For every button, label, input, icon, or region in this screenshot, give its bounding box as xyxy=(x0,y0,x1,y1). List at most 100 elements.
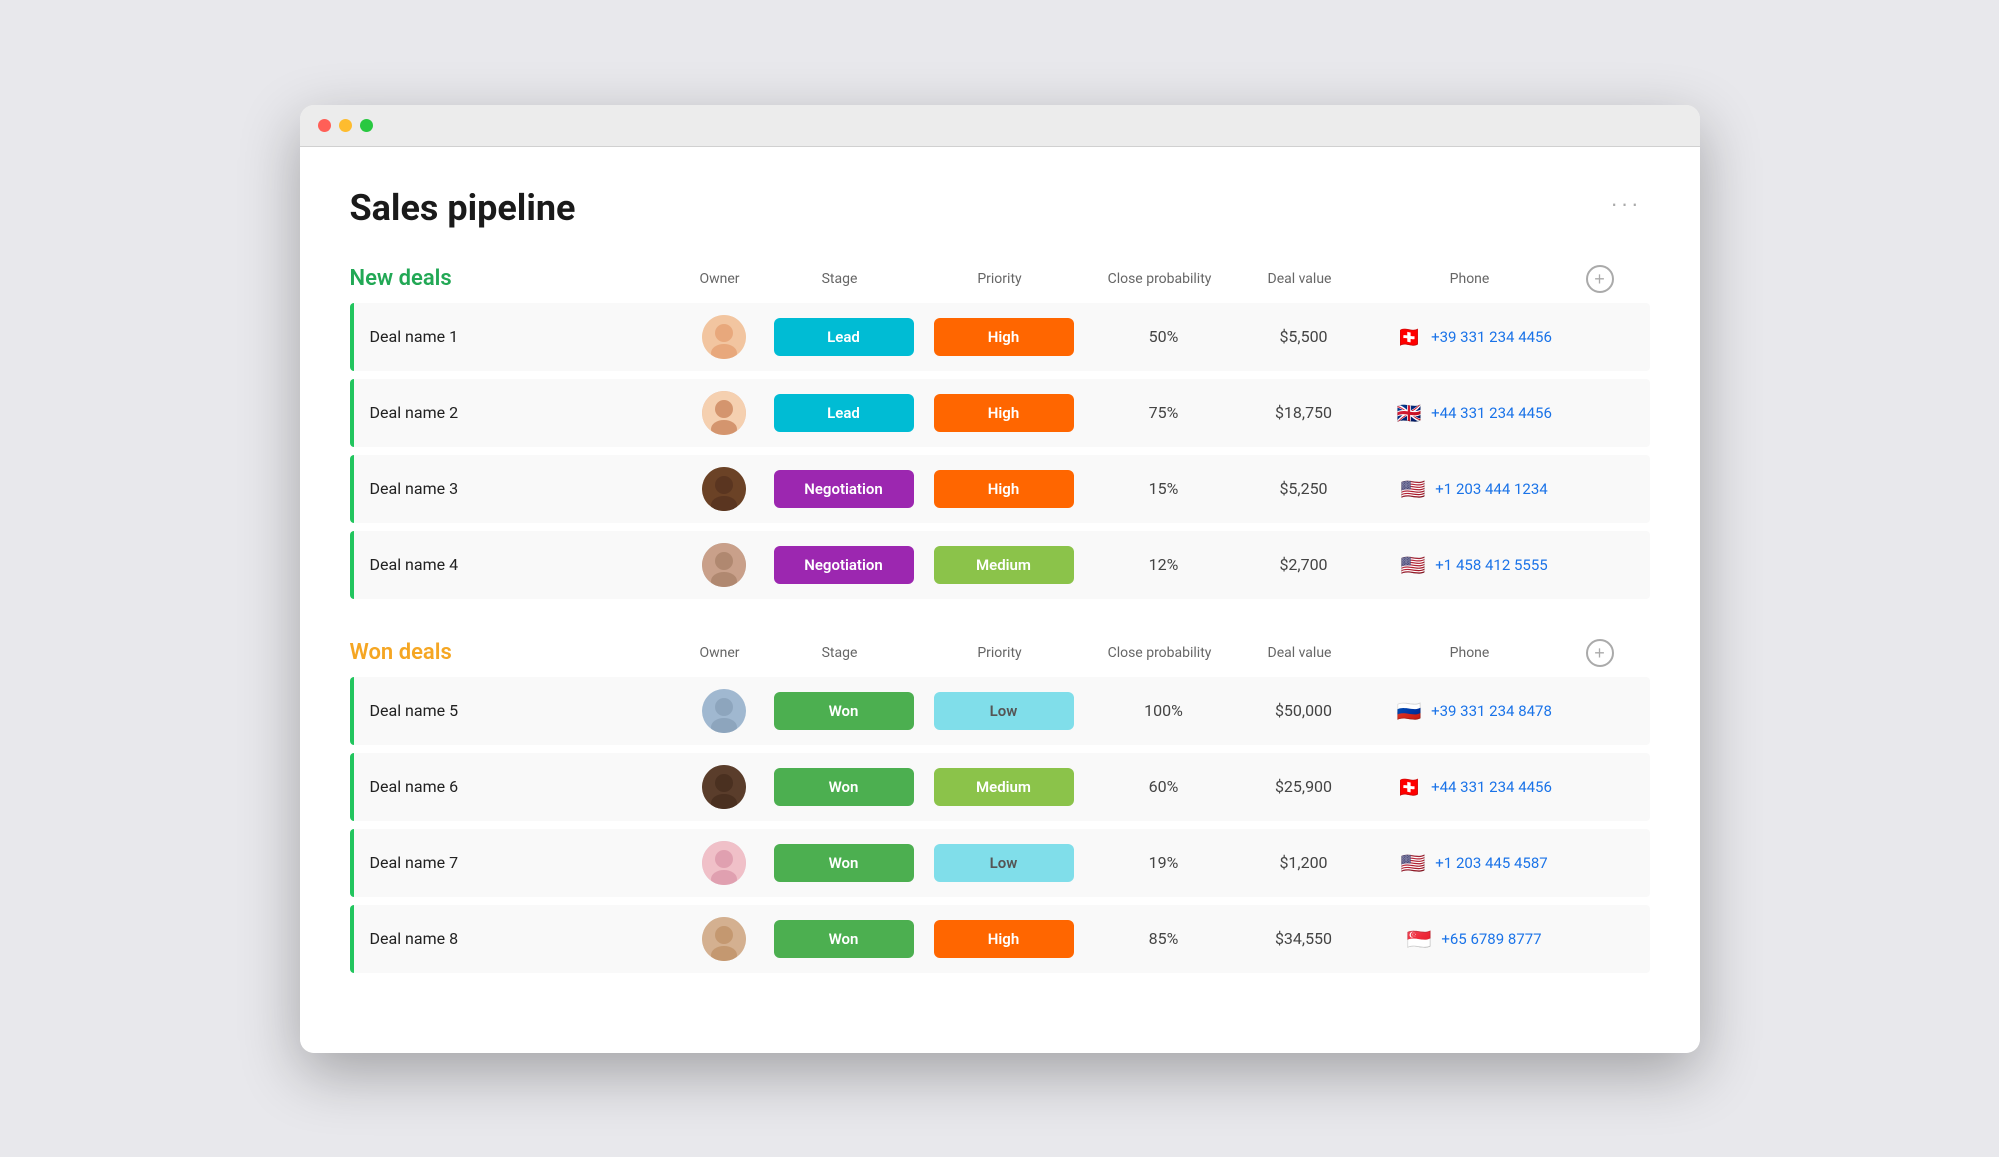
new-deals-section: New deals Owner Stage Priority Close pro… xyxy=(350,265,1650,599)
col-priority-header: Priority xyxy=(920,271,1080,287)
priority-cell: High xyxy=(924,318,1084,356)
phone-cell: 🇷🇺 +39 331 234 8478 xyxy=(1364,701,1584,721)
priority-badge[interactable]: High xyxy=(934,920,1074,958)
close-button[interactable] xyxy=(318,119,331,132)
stage-badge[interactable]: Negotiation xyxy=(774,546,914,584)
stage-badge[interactable]: Lead xyxy=(774,394,914,432)
title-bar xyxy=(300,105,1700,147)
close-probability: 100% xyxy=(1084,701,1244,720)
stage-cell: Won xyxy=(764,920,924,958)
owner-cell xyxy=(684,391,764,435)
page-title: Sales pipeline xyxy=(350,187,576,229)
deal-value: $50,000 xyxy=(1244,701,1364,720)
phone-link[interactable]: +65 6789 8777 xyxy=(1441,930,1541,948)
stage-badge[interactable]: Won xyxy=(774,768,914,806)
stage-cell: Won xyxy=(764,692,924,730)
owner-cell xyxy=(684,841,764,885)
page-header: Sales pipeline ··· xyxy=(350,187,1650,229)
add-new-deal-button[interactable]: + xyxy=(1586,265,1614,293)
priority-badge[interactable]: Low xyxy=(934,692,1074,730)
stage-cell: Lead xyxy=(764,318,924,356)
phone-cell: 🇬🇧 +44 331 234 4456 xyxy=(1364,403,1584,423)
avatar xyxy=(702,467,746,511)
close-probability: 19% xyxy=(1084,853,1244,872)
table-row[interactable]: Deal name 5 Won Low 100% $50,000 🇷🇺 +39 … xyxy=(350,677,1650,745)
priority-badge[interactable]: Medium xyxy=(934,768,1074,806)
close-probability: 60% xyxy=(1084,777,1244,796)
col-close-prob-header: Close probability xyxy=(1080,271,1240,287)
more-options-button[interactable]: ··· xyxy=(1603,187,1650,221)
stage-badge[interactable]: Won xyxy=(774,920,914,958)
country-flag-icon: 🇷🇺 xyxy=(1395,701,1423,721)
priority-badge[interactable]: High xyxy=(934,470,1074,508)
stage-cell: Negotiation xyxy=(764,470,924,508)
country-flag-icon: 🇸🇬 xyxy=(1405,929,1433,949)
priority-cell: Medium xyxy=(924,546,1084,584)
table-row[interactable]: Deal name 8 Won High 85% $34,550 🇸🇬 +65 … xyxy=(350,905,1650,973)
close-probability: 50% xyxy=(1084,327,1244,346)
priority-cell: Medium xyxy=(924,768,1084,806)
avatar xyxy=(702,765,746,809)
phone-link[interactable]: +1 203 445 4587 xyxy=(1435,854,1547,872)
phone-link[interactable]: +44 331 234 4456 xyxy=(1431,404,1552,422)
add-won-deal-button[interactable]: + xyxy=(1586,639,1614,667)
won-col-close-prob-header: Close probability xyxy=(1080,645,1240,661)
table-row[interactable]: Deal name 3 Negotiation High 15% $5,250 … xyxy=(350,455,1650,523)
deal-value: $2,700 xyxy=(1244,555,1364,574)
phone-cell: 🇺🇸 +1 203 444 1234 xyxy=(1364,479,1584,499)
priority-badge[interactable]: High xyxy=(934,318,1074,356)
priority-cell: High xyxy=(924,920,1084,958)
stage-badge[interactable]: Won xyxy=(774,844,914,882)
deal-name: Deal name 3 xyxy=(354,479,684,498)
avatar xyxy=(702,315,746,359)
won-deals-section: Won deals Owner Stage Priority Close pro… xyxy=(350,639,1650,973)
phone-link[interactable]: +1 203 444 1234 xyxy=(1435,480,1547,498)
close-probability: 85% xyxy=(1084,929,1244,948)
stage-cell: Negotiation xyxy=(764,546,924,584)
phone-cell: 🇺🇸 +1 203 445 4587 xyxy=(1364,853,1584,873)
table-row[interactable]: Deal name 1 Lead High 50% $5,500 🇨🇭 +39 … xyxy=(350,303,1650,371)
priority-badge[interactable]: Medium xyxy=(934,546,1074,584)
won-deals-header: Won deals Owner Stage Priority Close pro… xyxy=(350,639,1650,667)
close-probability: 75% xyxy=(1084,403,1244,422)
stage-badge[interactable]: Negotiation xyxy=(774,470,914,508)
table-row[interactable]: Deal name 6 Won Medium 60% $25,900 🇨🇭 +4… xyxy=(350,753,1650,821)
avatar xyxy=(702,543,746,587)
phone-link[interactable]: +39 331 234 8478 xyxy=(1431,702,1552,720)
priority-badge[interactable]: Low xyxy=(934,844,1074,882)
priority-badge[interactable]: High xyxy=(934,394,1074,432)
close-probability: 12% xyxy=(1084,555,1244,574)
table-row[interactable]: Deal name 7 Won Low 19% $1,200 🇺🇸 +1 203… xyxy=(350,829,1650,897)
stage-cell: Won xyxy=(764,844,924,882)
won-col-priority-header: Priority xyxy=(920,645,1080,661)
main-content: Sales pipeline ··· New deals Owner Stage… xyxy=(300,147,1700,1053)
won-deals-rows: Deal name 5 Won Low 100% $50,000 🇷🇺 +39 … xyxy=(350,677,1650,973)
deal-value: $34,550 xyxy=(1244,929,1364,948)
country-flag-icon: 🇬🇧 xyxy=(1395,403,1423,423)
minimize-button[interactable] xyxy=(339,119,352,132)
country-flag-icon: 🇺🇸 xyxy=(1399,555,1427,575)
phone-link[interactable]: +39 331 234 4456 xyxy=(1431,328,1552,346)
phone-cell: 🇨🇭 +39 331 234 4456 xyxy=(1364,327,1584,347)
deal-name: Deal name 8 xyxy=(354,929,684,948)
won-col-phone-header: Phone xyxy=(1360,645,1580,661)
table-row[interactable]: Deal name 2 Lead High 75% $18,750 🇬🇧 +44… xyxy=(350,379,1650,447)
maximize-button[interactable] xyxy=(360,119,373,132)
deal-name: Deal name 6 xyxy=(354,777,684,796)
won-col-stage-header: Stage xyxy=(760,645,920,661)
new-deals-title: New deals xyxy=(350,266,680,291)
stage-badge[interactable]: Won xyxy=(774,692,914,730)
avatar xyxy=(702,391,746,435)
phone-link[interactable]: +1 458 412 5555 xyxy=(1435,556,1547,574)
phone-link[interactable]: +44 331 234 4456 xyxy=(1431,778,1552,796)
priority-cell: High xyxy=(924,470,1084,508)
owner-cell xyxy=(684,917,764,961)
country-flag-icon: 🇺🇸 xyxy=(1399,479,1427,499)
country-flag-icon: 🇺🇸 xyxy=(1399,853,1427,873)
deal-name: Deal name 4 xyxy=(354,555,684,574)
table-row[interactable]: Deal name 4 Negotiation Medium 12% $2,70… xyxy=(350,531,1650,599)
owner-cell xyxy=(684,315,764,359)
stage-badge[interactable]: Lead xyxy=(774,318,914,356)
phone-cell: 🇺🇸 +1 458 412 5555 xyxy=(1364,555,1584,575)
phone-cell: 🇨🇭 +44 331 234 4456 xyxy=(1364,777,1584,797)
